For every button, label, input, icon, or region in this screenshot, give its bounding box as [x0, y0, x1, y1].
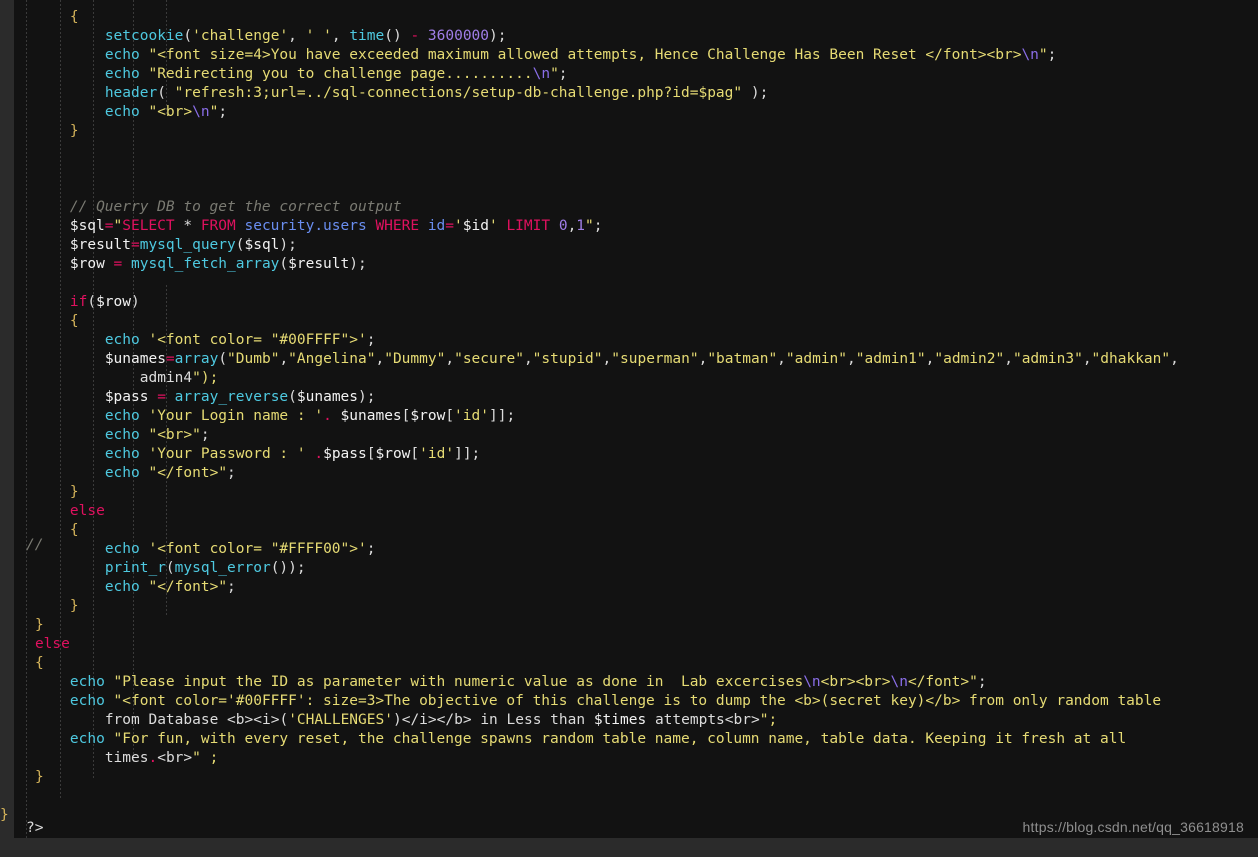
code-line: }	[34, 617, 44, 633]
code-line: from Database <b><i>('CHALLENGES')</i></…	[104, 712, 778, 728]
code-line: $result=mysql_query($sql);	[69, 237, 297, 253]
code-line: }	[69, 598, 79, 614]
gutter-side-comment: //	[26, 537, 44, 553]
editor-bottom-bar	[0, 838, 1258, 857]
code-line: echo "<br>\n";	[104, 104, 228, 120]
code-content[interactable]: { setcookie('challenge', ' ', time() - 3…	[0, 8, 1258, 825]
code-line: echo "<br>";	[104, 427, 210, 443]
code-line: // Querry DB to get the correct output	[69, 199, 402, 215]
code-line: echo '<font color= "#00FFFF">';	[104, 332, 376, 348]
code-line: echo "For fun, with every reset, the cha…	[69, 731, 1127, 747]
code-line: {	[69, 522, 79, 538]
code-line: }	[69, 123, 79, 139]
code-line: else	[34, 636, 70, 652]
php-close-tag: ?>	[26, 820, 44, 836]
code-line: setcookie('challenge', ' ', time() - 360…	[104, 28, 507, 44]
code-line: echo "</font>";	[104, 579, 236, 595]
code-line: {	[34, 655, 44, 671]
code-line: echo "Please input the ID as parameter w…	[69, 674, 987, 690]
code-line: echo "</font>";	[104, 465, 236, 481]
code-line: {	[69, 313, 79, 329]
code-line: $unames=array("Dumb","Angelina","Dummy",…	[104, 351, 1179, 367]
code-line: admin4");	[139, 370, 219, 386]
code-line: if($row)	[69, 294, 140, 310]
code-line: header( "refresh:3;url=../sql-connection…	[104, 85, 769, 101]
code-line: else	[69, 503, 105, 519]
code-line: {	[69, 9, 79, 25]
code-line: $pass = array_reverse($unames);	[104, 389, 376, 405]
code-line: echo 'Your Password : ' .$pass[$row['id'…	[104, 446, 481, 462]
code-line: echo "<font color='#00FFFF': size=3>The …	[69, 693, 1162, 709]
code-line: echo '<font color= "#FFFF00">';	[104, 541, 376, 557]
code-line: echo 'Your Login name : '. $unames[$row[…	[104, 408, 516, 424]
code-line: }	[69, 484, 79, 500]
code-line: echo "<font size=4>You have exceeded max…	[104, 47, 1057, 63]
watermark-text: https://blog.csdn.net/qq_36618918	[1022, 819, 1244, 835]
code-line: times.<br>" ;	[104, 750, 219, 766]
code-line: $sql="SELECT * FROM security.users WHERE…	[69, 218, 603, 234]
code-line: }	[34, 769, 44, 785]
code-editor[interactable]: { setcookie('challenge', ' ', time() - 3…	[0, 0, 1258, 857]
code-line: echo "Redirecting you to challenge page.…	[104, 66, 568, 82]
code-line: print_r(mysql_error());	[104, 560, 306, 576]
code-line: $row = mysql_fetch_array($result);	[69, 256, 367, 272]
